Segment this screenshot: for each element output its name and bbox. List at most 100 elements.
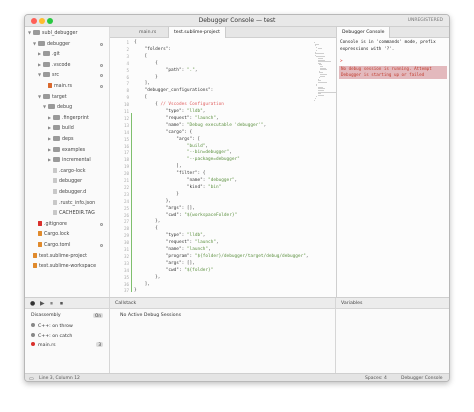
line-number: 24 — [123, 198, 129, 204]
tab-debugger-console[interactable]: Debugger Console — [337, 27, 391, 38]
sidebar-item[interactable]: ▶ .git — [38, 51, 108, 60]
play-icon[interactable]: ▶ — [40, 300, 45, 307]
sidebar-item[interactable]: ▼ debug — [43, 104, 108, 113]
sidebar-item[interactable]: ▼ debugger — [33, 40, 108, 50]
code-line: "debugger_configurations": — [144, 88, 214, 94]
breakpoint-dot-icon[interactable] — [31, 332, 35, 337]
breakpoint-dot-icon[interactable] — [31, 342, 35, 346]
code-line: "name": "debugger", — [186, 178, 238, 183]
line-number: 16 — [123, 143, 129, 149]
git-status-icon — [100, 85, 103, 88]
folder-icon — [53, 146, 60, 152]
code-line: ], — [134, 81, 150, 87]
app-window: Debugger Console — test UNREGISTERED ▼ su… — [24, 14, 450, 382]
breakpoint-label: C++: on catch — [38, 333, 73, 339]
code-line: { // Vscodes Configuration — [134, 102, 224, 108]
sidebar-item-label: debug — [57, 105, 73, 111]
line-number: 4 — [126, 60, 129, 66]
editor-pane: main.rs test.sublime-project 1 2 3 4 5 6 7 8 9 10 1… — [110, 27, 336, 297]
line-number: 17 — [123, 150, 129, 156]
line-number: 22 — [123, 184, 129, 190]
console-error-line: Debugger is starting up or failed — [341, 72, 425, 77]
sidebar-item[interactable]: ▶ incremental — [48, 157, 108, 166]
folder-icon — [43, 51, 50, 57]
cursor-position[interactable]: Line 3, Column 12 — [39, 376, 80, 381]
line-number-gutter: 1 2 3 4 5 6 7 8 9 10 11 12 13 14 15 16 17 18 19 20 21 22 23 24 2… — [110, 38, 132, 297]
code-line: "cwd": "${workspaceFolder}" — [165, 212, 238, 218]
git-status-icon — [100, 42, 103, 46]
sidebar-item[interactable]: .rustc_info.json — [48, 199, 108, 209]
line-number: 21 — [123, 178, 129, 183]
sidebar-item[interactable]: ▶ examples — [48, 146, 108, 156]
console-tab-bar: Debugger Console — [337, 27, 449, 38]
sidebar-item-label: build — [62, 126, 74, 132]
breakpoint-row[interactable]: main.rs — [31, 342, 56, 348]
line-number: 19 — [123, 164, 129, 170]
minimap[interactable] — [314, 42, 336, 102]
disassembly-toggle[interactable]: On — [93, 313, 103, 318]
sidebar-item[interactable]: test.sublime-project — [28, 252, 108, 262]
indentation-setting[interactable]: Spaces: 4 — [365, 376, 387, 381]
sidebar-item[interactable]: ▶ .fingerprint — [48, 114, 108, 124]
code-line: "--bin=debugger", — [186, 150, 232, 156]
console-output[interactable]: Console is in 'commands' mode, prefix exp… — [340, 40, 448, 66]
disassembly-row[interactable]: Disassembly — [31, 313, 61, 318]
breakpoint-dot-icon[interactable] — [31, 323, 35, 327]
line-number: 7 — [126, 81, 129, 87]
sidebar-item[interactable]: test.sublime-workspace — [28, 263, 108, 272]
sidebar-item-label: main.rs — [54, 84, 72, 89]
sidebar-item-label: debugger — [47, 41, 71, 47]
syntax-setting[interactable]: Debugger Console — [401, 376, 443, 381]
sidebar-item[interactable]: CACHEDIR.TAG — [48, 210, 108, 219]
sidebar-item[interactable]: ▼ target — [38, 93, 108, 103]
line-number: 1 — [126, 40, 129, 45]
breakpoint-row[interactable]: C++: on throw — [31, 323, 73, 329]
callstack-empty-message: No Active Debug Sessions — [120, 313, 182, 318]
tab-main-rs[interactable]: main.rs — [134, 27, 161, 38]
sidebar-item[interactable]: ▼ subl_debugger — [28, 30, 108, 39]
pause-icon[interactable]: ⏸ — [50, 300, 53, 308]
git-status-icon — [100, 244, 103, 247]
code-line: { — [134, 40, 137, 45]
sidebar-item[interactable]: ▶ .vscode — [38, 61, 108, 71]
file-icon — [38, 242, 42, 247]
code-line: "request": "launch", — [165, 240, 219, 246]
code-line: "args": [ — [176, 136, 201, 142]
code-line: { — [134, 226, 158, 232]
sidebar-item[interactable]: .gitignore — [33, 220, 108, 230]
sidebar-item[interactable]: ▶ deps — [48, 136, 108, 145]
sidebar-item-label: .gitignore — [44, 221, 67, 227]
line-number: 9 — [126, 95, 129, 101]
sidebar-item[interactable]: debugger — [48, 178, 108, 187]
breakpoint-label: main.rs — [38, 343, 56, 348]
sidebar-toggle-icon[interactable]: ▭ — [29, 376, 34, 381]
sidebar-item[interactable]: ▶ build — [48, 125, 108, 134]
sidebar-item-label: .rustc_info.json — [59, 200, 96, 206]
code-line: ], — [134, 281, 150, 287]
sidebar-item-label: subl_debugger — [42, 31, 78, 36]
git-status-icon — [100, 63, 103, 67]
file-icon — [38, 220, 42, 226]
minimap-line — [315, 53, 325, 55]
sidebar-item-label: examples — [62, 147, 86, 153]
sidebar-item-label: CACHEDIR.TAG — [59, 211, 95, 217]
sidebar-item[interactable]: Cargo.lock — [33, 231, 108, 240]
breakpoint-icon[interactable]: ● — [30, 300, 35, 307]
stop-icon[interactable]: ⏹ — [60, 300, 63, 308]
minimap-line — [317, 94, 324, 96]
sidebar-item[interactable]: debugger.d — [48, 189, 108, 198]
tab-test-sublime-project[interactable]: test.sublime-project — [168, 27, 226, 38]
code-line: } — [134, 288, 137, 294]
sidebar-item-label: .vscode — [52, 62, 71, 68]
sidebar-item[interactable]: ▼ src — [38, 72, 108, 81]
code-area[interactable]: { "folders": [ { "path": ".", } ], "debu… — [134, 38, 314, 297]
breakpoint-count-badge: 3 — [96, 342, 103, 347]
sidebar-item[interactable]: Cargo.toml — [33, 242, 108, 251]
sidebar-item[interactable]: .cargo-lock — [48, 167, 108, 177]
sidebar-item[interactable]: main.rs — [43, 83, 108, 92]
code-line: "request": "launch", — [165, 115, 219, 121]
breakpoints-panel: ● ▶ ⏸ ⏹ Disassembly On C++: on throw C++: on… — [25, 298, 110, 374]
breakpoint-row[interactable]: C++: on catch — [31, 332, 73, 339]
debugger-console-pane: Debugger Console Console is in 'commands… — [336, 27, 449, 297]
file-icon — [53, 199, 57, 205]
